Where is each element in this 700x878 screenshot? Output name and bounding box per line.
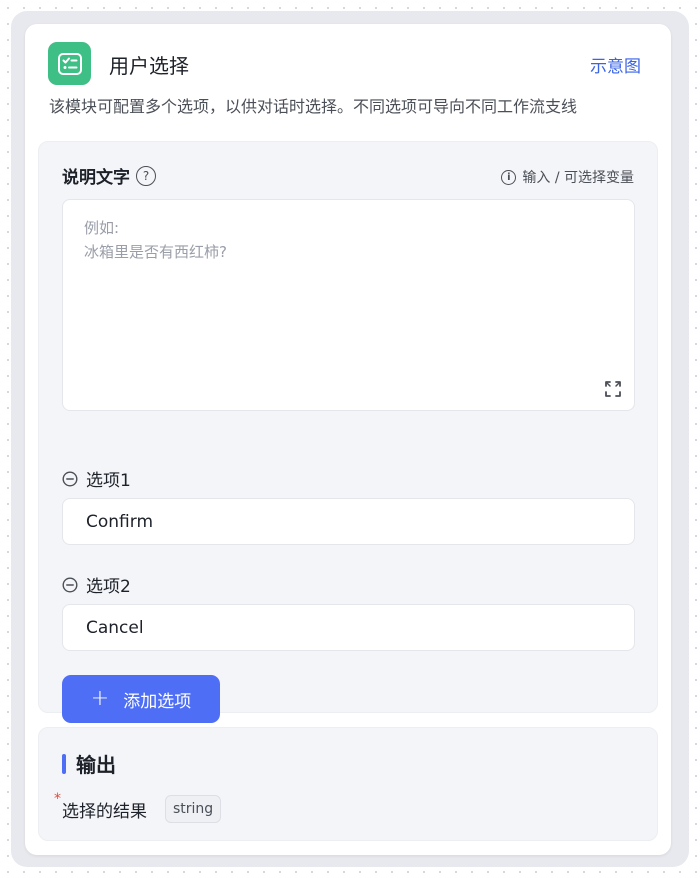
result-label: * 选择的结果: [54, 791, 147, 822]
option-2-label: 选项2: [62, 572, 131, 597]
option-1-field: [62, 498, 635, 545]
output-result-row: * 选择的结果 string: [54, 791, 222, 823]
option-1-input[interactable]: [63, 499, 634, 544]
expand-icon[interactable]: [604, 380, 622, 398]
option-2-input[interactable]: [63, 605, 634, 650]
question-circle-icon[interactable]: ?: [136, 165, 156, 186]
output-title: 输出: [62, 749, 116, 778]
add-option-label: 添加选项: [123, 691, 192, 712]
user-select-node-card: 用户选择 示意图 该模块可配置多个选项，以供对话时选择。不同选项可导向不同工作流…: [25, 24, 671, 855]
variable-hint: i 输入 / 可选择变量: [501, 167, 634, 187]
option-2-field: [62, 604, 635, 651]
output-title-text: 输出: [76, 753, 116, 777]
option-2-label-text: 选项2: [86, 577, 131, 597]
description-textarea-wrapper: [62, 199, 635, 411]
variable-hint-text: 输入 / 可选择变量: [522, 170, 634, 186]
output-accent-bar: [62, 753, 66, 774]
config-section: 说明文字 ? i 输入 / 可选择变量 选项1: [38, 141, 658, 723]
node-description: 该模块可配置多个选项，以供对话时选择。不同选项可导向不同工作流支线: [49, 97, 578, 116]
type-badge: string: [165, 795, 222, 823]
info-circle-icon: i: [501, 169, 517, 185]
required-mark: *: [54, 790, 61, 807]
add-option-button[interactable]: + 添加选项: [62, 675, 220, 723]
plus-icon: +: [90, 686, 110, 711]
minus-circle-icon[interactable]: [62, 576, 78, 593]
description-textarea[interactable]: [63, 200, 634, 410]
option-1-label: 选项1: [62, 466, 131, 491]
minus-circle-icon[interactable]: [62, 470, 78, 487]
node-title: 用户选择: [109, 54, 189, 78]
checklist-icon: [48, 42, 91, 85]
preview-link[interactable]: 示意图: [590, 52, 641, 77]
description-label-text: 说明文字: [62, 168, 130, 188]
option-1-label-text: 选项1: [86, 471, 131, 491]
description-field-label: 说明文字 ?: [62, 163, 156, 188]
result-label-text: 选择的结果: [62, 801, 147, 822]
output-section: 输出 * 选择的结果 string: [38, 727, 658, 841]
